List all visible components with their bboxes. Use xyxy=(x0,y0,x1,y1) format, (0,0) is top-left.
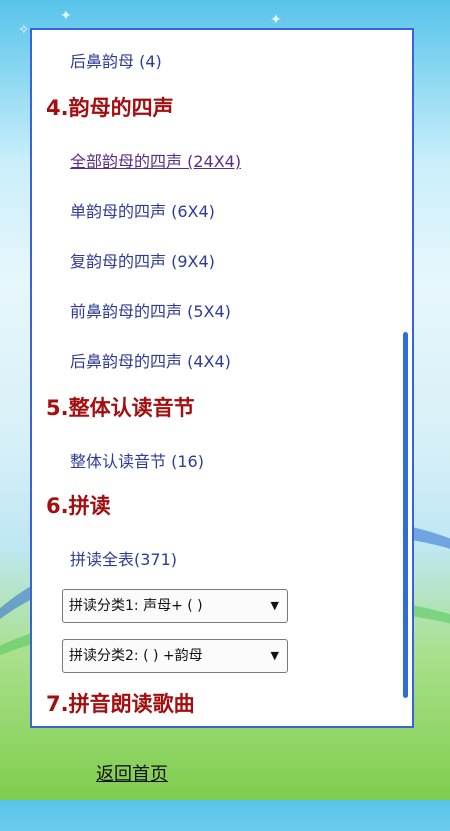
link-front-nasal-finals-tones[interactable]: 前鼻韵母的四声 (5X4) xyxy=(70,298,231,322)
link-back-nasal-finals-tones[interactable]: 后鼻韵母的四声 (4X4) xyxy=(70,348,231,372)
link-whole-syllables[interactable]: 整体认读音节 (16) xyxy=(70,448,204,472)
section-4-heading: 4.韵母的四声 xyxy=(46,96,174,120)
spelling-category-1-select[interactable]: 拼读分类1: 声母+ ( ) ▼ xyxy=(62,589,288,623)
triangle-down-icon: ▼ xyxy=(270,649,279,662)
spelling-category-2-select[interactable]: 拼读分类2: ( ) +韵母 ▼ xyxy=(62,639,288,673)
select-2-value: 拼读分类2: ( ) +韵母 xyxy=(69,648,203,664)
vertical-scrollbar[interactable] xyxy=(403,332,408,698)
select-1-value: 拼读分类1: 声母+ ( ) xyxy=(69,598,203,614)
section-5-heading: 5.整体认读音节 xyxy=(46,396,195,420)
link-compound-finals-tones[interactable]: 复韵母的四声 (9X4) xyxy=(70,248,215,272)
content-panel[interactable]: 后鼻韵母 (4) 4.韵母的四声 全部韵母的四声 (24X4) 单韵母的四声 (… xyxy=(30,28,414,728)
link-spelling-table[interactable]: 拼读全表(371) xyxy=(70,546,177,570)
link-all-finals-tones[interactable]: 全部韵母的四声 (24X4) xyxy=(70,148,241,172)
return-home-link[interactable]: 返回首页 xyxy=(96,760,168,786)
section-6-heading: 6.拼读 xyxy=(46,494,111,518)
link-back-nasal-finals[interactable]: 后鼻韵母 (4) xyxy=(70,48,162,72)
section-7-heading: 7.拼音朗读歌曲 xyxy=(46,692,195,716)
triangle-down-icon: ▼ xyxy=(270,599,279,612)
link-simple-finals-tones[interactable]: 单韵母的四声 (6X4) xyxy=(70,198,215,222)
